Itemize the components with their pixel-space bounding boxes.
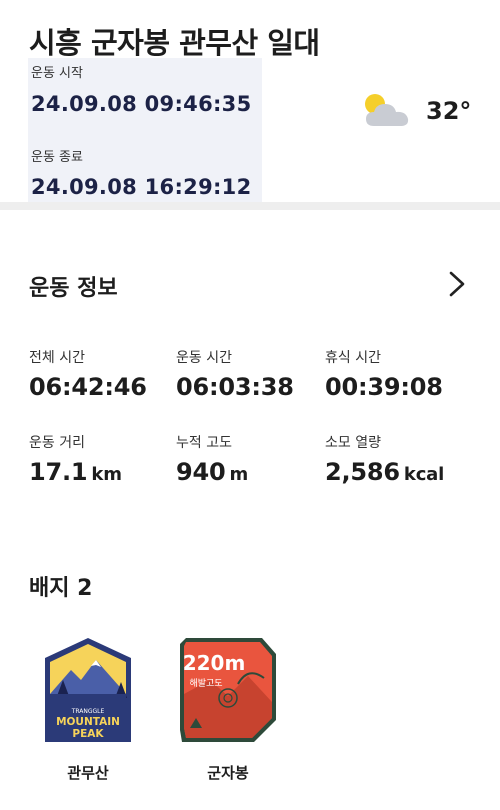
workout-detail-screen: 시흥 군자봉 관무산 일대 운동 시작 24.09.08 09:46:35 운동…: [0, 0, 500, 810]
stat-value: 17.1 km: [29, 458, 122, 486]
stat-label: 전체 시간: [29, 350, 85, 366]
mountain-peak-badge-icon: TRANGGLE MOUNTAIN PEAK: [45, 638, 131, 742]
stat-total-time: 전체 시간 06:42:46: [29, 347, 179, 401]
stat-distance: 운동 거리 17.1 km: [29, 432, 179, 486]
stat-label: 휴식 시간: [325, 350, 381, 366]
end-value: 24.09.08 16:29:12: [31, 175, 252, 199]
badge-name: 군자봉: [207, 764, 249, 782]
badge-altitude-label: 해발고도: [189, 678, 222, 689]
stat-calories: 소모 열량 2,586 kcal: [325, 432, 475, 486]
stat-label: 누적 고도: [176, 435, 232, 451]
badge-name: 관무산: [67, 764, 109, 782]
end-label: 운동 종료: [31, 150, 83, 165]
badge-gwanmusan[interactable]: TRANGGLE MOUNTAIN PEAK 관무산: [33, 636, 143, 783]
stat-label: 운동 거리: [29, 435, 85, 451]
badges-section-title: 배지 2: [29, 576, 93, 601]
stat-value: 2,586 kcal: [325, 458, 445, 486]
stat-value: 940 m: [176, 458, 249, 486]
stat-value: 06:03:38: [176, 373, 294, 401]
stat-unit: kcal: [403, 464, 445, 485]
stat-rest-time: 휴식 시간 00:39:08: [325, 347, 475, 401]
stat-value: 06:42:46: [29, 373, 147, 401]
badge-line-1: TRANGGLE: [71, 708, 105, 715]
stat-elevation: 누적 고도 940 m: [176, 432, 326, 486]
workout-time-panel: 운동 시작 24.09.08 09:46:35 운동 종료 24.09.08 1…: [28, 58, 262, 205]
stat-value: 00:39:08: [325, 373, 443, 401]
page-title: 시흥 군자봉 관무산 일대: [29, 26, 320, 60]
partly-cloudy-icon: [365, 94, 409, 126]
section-divider: [0, 202, 500, 210]
stat-exercise-time: 운동 시간 06:03:38: [176, 347, 326, 401]
badge-line-3: PEAK: [72, 728, 104, 740]
stat-unit: km: [91, 464, 122, 485]
info-section-title: 운동 정보: [29, 276, 118, 301]
altitude-badge-icon: 220m 해발고도: [180, 638, 276, 742]
start-value: 24.09.08 09:46:35: [31, 92, 252, 116]
stat-label: 소모 열량: [325, 435, 381, 451]
temperature: 32°: [426, 97, 472, 125]
stat-unit: m: [229, 464, 249, 485]
badge-gunjabong[interactable]: 220m 해발고도 군자봉: [173, 636, 283, 783]
chevron-right-icon[interactable]: [446, 270, 468, 298]
badge-line-2: MOUNTAIN: [56, 716, 120, 728]
start-label: 운동 시작: [31, 66, 83, 81]
badge-altitude-value: 220m: [183, 651, 246, 675]
stat-label: 운동 시간: [176, 350, 232, 366]
